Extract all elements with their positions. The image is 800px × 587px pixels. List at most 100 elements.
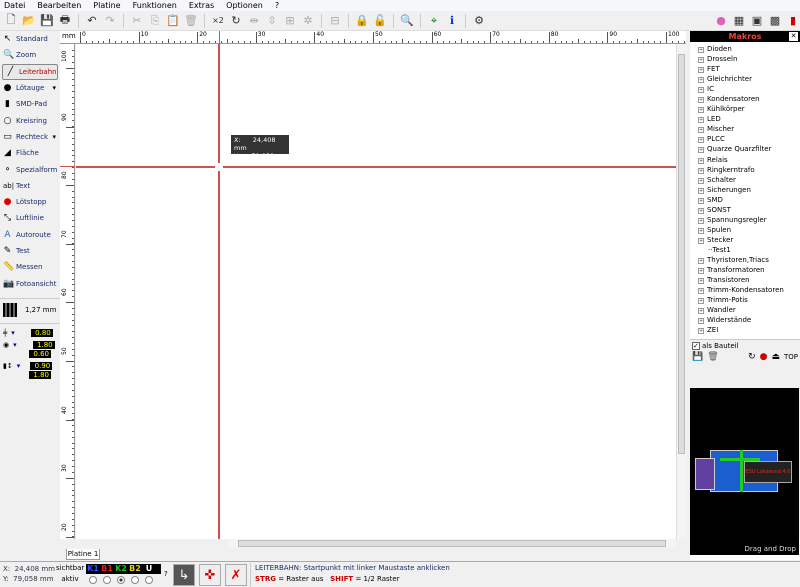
close-icon[interactable]: ✕ bbox=[789, 32, 798, 41]
tool-flche[interactable]: ◢ Fläche bbox=[0, 145, 60, 161]
layer-k2-toggle[interactable]: K2 bbox=[114, 564, 128, 573]
layer-b1-radio[interactable] bbox=[103, 576, 111, 584]
expand-icon[interactable]: + bbox=[698, 278, 704, 285]
align-icon[interactable]: ⊞ bbox=[283, 14, 297, 28]
open-icon[interactable]: 📂 bbox=[22, 14, 36, 28]
tool-kreisring[interactable]: ○ Kreisring bbox=[0, 112, 60, 128]
makro-item[interactable]: + Transistoren bbox=[690, 275, 800, 285]
pcb-canvas[interactable]: X: 24,408 mm Y: 79,058 mm bbox=[76, 44, 676, 539]
makro-item[interactable]: + FET bbox=[690, 64, 800, 74]
makro-item[interactable]: + SONST bbox=[690, 205, 800, 215]
chip-icon[interactable]: ⚙ bbox=[472, 14, 486, 28]
new-icon[interactable]: 🗋 bbox=[4, 13, 18, 28]
duplicate-x2-icon[interactable]: ×2 bbox=[211, 14, 225, 28]
expand-icon[interactable]: + bbox=[698, 318, 704, 325]
drc-icon[interactable]: ▩ bbox=[768, 14, 782, 28]
record-icon[interactable]: ● bbox=[760, 352, 768, 362]
makro-item[interactable]: + Widerstände bbox=[690, 315, 800, 325]
expand-icon[interactable]: + bbox=[698, 227, 704, 234]
makro-item[interactable]: + Ringkerntrafo bbox=[690, 165, 800, 175]
makro-item[interactable]: + Drosseln bbox=[690, 54, 800, 64]
grid-icon[interactable]: ✲ bbox=[301, 14, 315, 28]
layer-k1-radio[interactable] bbox=[89, 576, 97, 584]
tool-luftlinie[interactable]: ⤡ Luftlinie bbox=[0, 210, 60, 226]
expand-icon[interactable]: + bbox=[698, 117, 704, 124]
tool-messen[interactable]: 📏 Messen bbox=[0, 259, 60, 275]
makro-item[interactable]: + Sicherungen bbox=[690, 185, 800, 195]
macro-preview[interactable]: ESU Loksound 4.0 Drag and Drop bbox=[690, 388, 799, 555]
expand-icon[interactable]: + bbox=[698, 167, 704, 174]
rotate-icon[interactable]: ↻ bbox=[748, 352, 756, 362]
menu-platine[interactable]: Platine bbox=[93, 0, 120, 11]
tool-ltstopp[interactable]: ● Lötstopp bbox=[0, 194, 60, 210]
makro-item[interactable]: + Spannungsregler bbox=[690, 215, 800, 225]
print-icon[interactable]: 🖶 bbox=[58, 13, 72, 28]
expand-icon[interactable]: + bbox=[698, 97, 704, 104]
layer-u-radio[interactable] bbox=[145, 576, 153, 584]
expand-icon[interactable]: + bbox=[698, 328, 704, 335]
expand-icon[interactable]: + bbox=[698, 268, 704, 275]
tool-test[interactable]: ✎ Test bbox=[0, 243, 60, 259]
makro-item[interactable]: ··Test1 bbox=[690, 245, 800, 255]
makro-item[interactable]: + Kühlkörper bbox=[690, 104, 800, 114]
grid-selector[interactable]: 1,27 mm bbox=[0, 297, 60, 317]
expand-icon[interactable]: + bbox=[698, 237, 704, 244]
tool-smdpad[interactable]: ▮ SMD-Pad bbox=[0, 96, 60, 112]
trash-icon[interactable]: 🗑 bbox=[707, 352, 718, 362]
expand-icon[interactable]: + bbox=[698, 177, 704, 184]
track-mode-button[interactable]: ↳ bbox=[173, 564, 195, 586]
makro-item[interactable]: + Dioden bbox=[690, 44, 800, 54]
save-icon[interactable]: 💾 bbox=[40, 14, 54, 28]
makro-item[interactable]: + Transformatoren bbox=[690, 265, 800, 275]
mirror-h-icon[interactable]: ⇹ bbox=[247, 14, 261, 28]
expand-icon[interactable]: + bbox=[698, 197, 704, 204]
makro-item[interactable]: + Kondensatoren bbox=[690, 94, 800, 104]
expand-icon[interactable]: + bbox=[698, 288, 704, 295]
pad-outer-field[interactable]: 1.80 bbox=[32, 341, 55, 350]
expand-icon[interactable]: + bbox=[698, 107, 704, 114]
tool-leiterbahn[interactable]: ╱ Leiterbahn bbox=[2, 63, 58, 80]
menu-optionen[interactable]: Optionen bbox=[226, 0, 263, 11]
expand-icon[interactable]: + bbox=[698, 187, 704, 194]
tool-spezialform[interactable]: ⚬ Spezialform bbox=[0, 161, 60, 177]
chevron-down-icon[interactable]: ▾ bbox=[52, 84, 56, 92]
layer-k2-radio[interactable] bbox=[117, 576, 125, 584]
expand-icon[interactable]: + bbox=[698, 67, 704, 74]
makro-item[interactable]: + ZEI bbox=[690, 325, 800, 335]
makro-item[interactable]: + Stecker bbox=[690, 235, 800, 245]
drc-2-icon[interactable]: ▣ bbox=[750, 14, 764, 28]
layer-k1-toggle[interactable]: K1 bbox=[86, 564, 100, 573]
save-icon[interactable]: 💾 bbox=[692, 352, 703, 362]
unlock-icon[interactable]: 🔓 bbox=[373, 14, 387, 28]
makro-item[interactable]: + Gleichrichter bbox=[690, 74, 800, 84]
expand-icon[interactable]: + bbox=[698, 157, 704, 164]
crosshair-icon[interactable]: ⌖ bbox=[427, 14, 441, 28]
group-icon[interactable]: ⊟ bbox=[328, 14, 342, 28]
makro-item[interactable]: + IC bbox=[690, 84, 800, 94]
makro-item[interactable]: + Thyristoren,Triacs bbox=[690, 255, 800, 265]
smd-height-field[interactable]: 1.80 bbox=[29, 370, 51, 379]
m-icon[interactable]: ▮ bbox=[786, 14, 800, 28]
tool-text[interactable]: ab| Text bbox=[0, 178, 60, 194]
expand-icon[interactable]: + bbox=[698, 57, 704, 64]
makro-item[interactable]: + Mischer bbox=[690, 124, 800, 134]
track-width-field[interactable]: 0.80 bbox=[30, 328, 53, 337]
makro-item[interactable]: + Trimm-Potis bbox=[690, 295, 800, 305]
menu-funktionen[interactable]: Funktionen bbox=[133, 0, 177, 11]
makro-item[interactable]: + Spulen bbox=[690, 225, 800, 235]
pink-circle-icon[interactable]: ● bbox=[714, 14, 728, 28]
undo-icon[interactable]: ↶ bbox=[85, 14, 99, 28]
menu-datei[interactable]: Datei bbox=[4, 0, 25, 11]
layer-b2-toggle[interactable]: B2 bbox=[128, 564, 142, 573]
makro-item[interactable]: + Quarze Quarzfilter bbox=[690, 144, 800, 154]
layer-u-toggle[interactable]: U bbox=[142, 564, 156, 573]
rotate-icon[interactable]: ↻ bbox=[229, 14, 243, 28]
paste-icon[interactable]: 📋 bbox=[166, 14, 180, 28]
menu-bearbeiten[interactable]: Bearbeiten bbox=[37, 0, 81, 11]
expand-icon[interactable]: + bbox=[698, 147, 704, 154]
tool-standard[interactable]: ↖ Standard bbox=[0, 31, 60, 47]
expand-icon[interactable]: + bbox=[698, 87, 704, 94]
makro-item[interactable]: + Schalter bbox=[690, 175, 800, 185]
expand-icon[interactable]: + bbox=[698, 207, 704, 214]
drc-1-icon[interactable]: ▦ bbox=[732, 14, 746, 28]
